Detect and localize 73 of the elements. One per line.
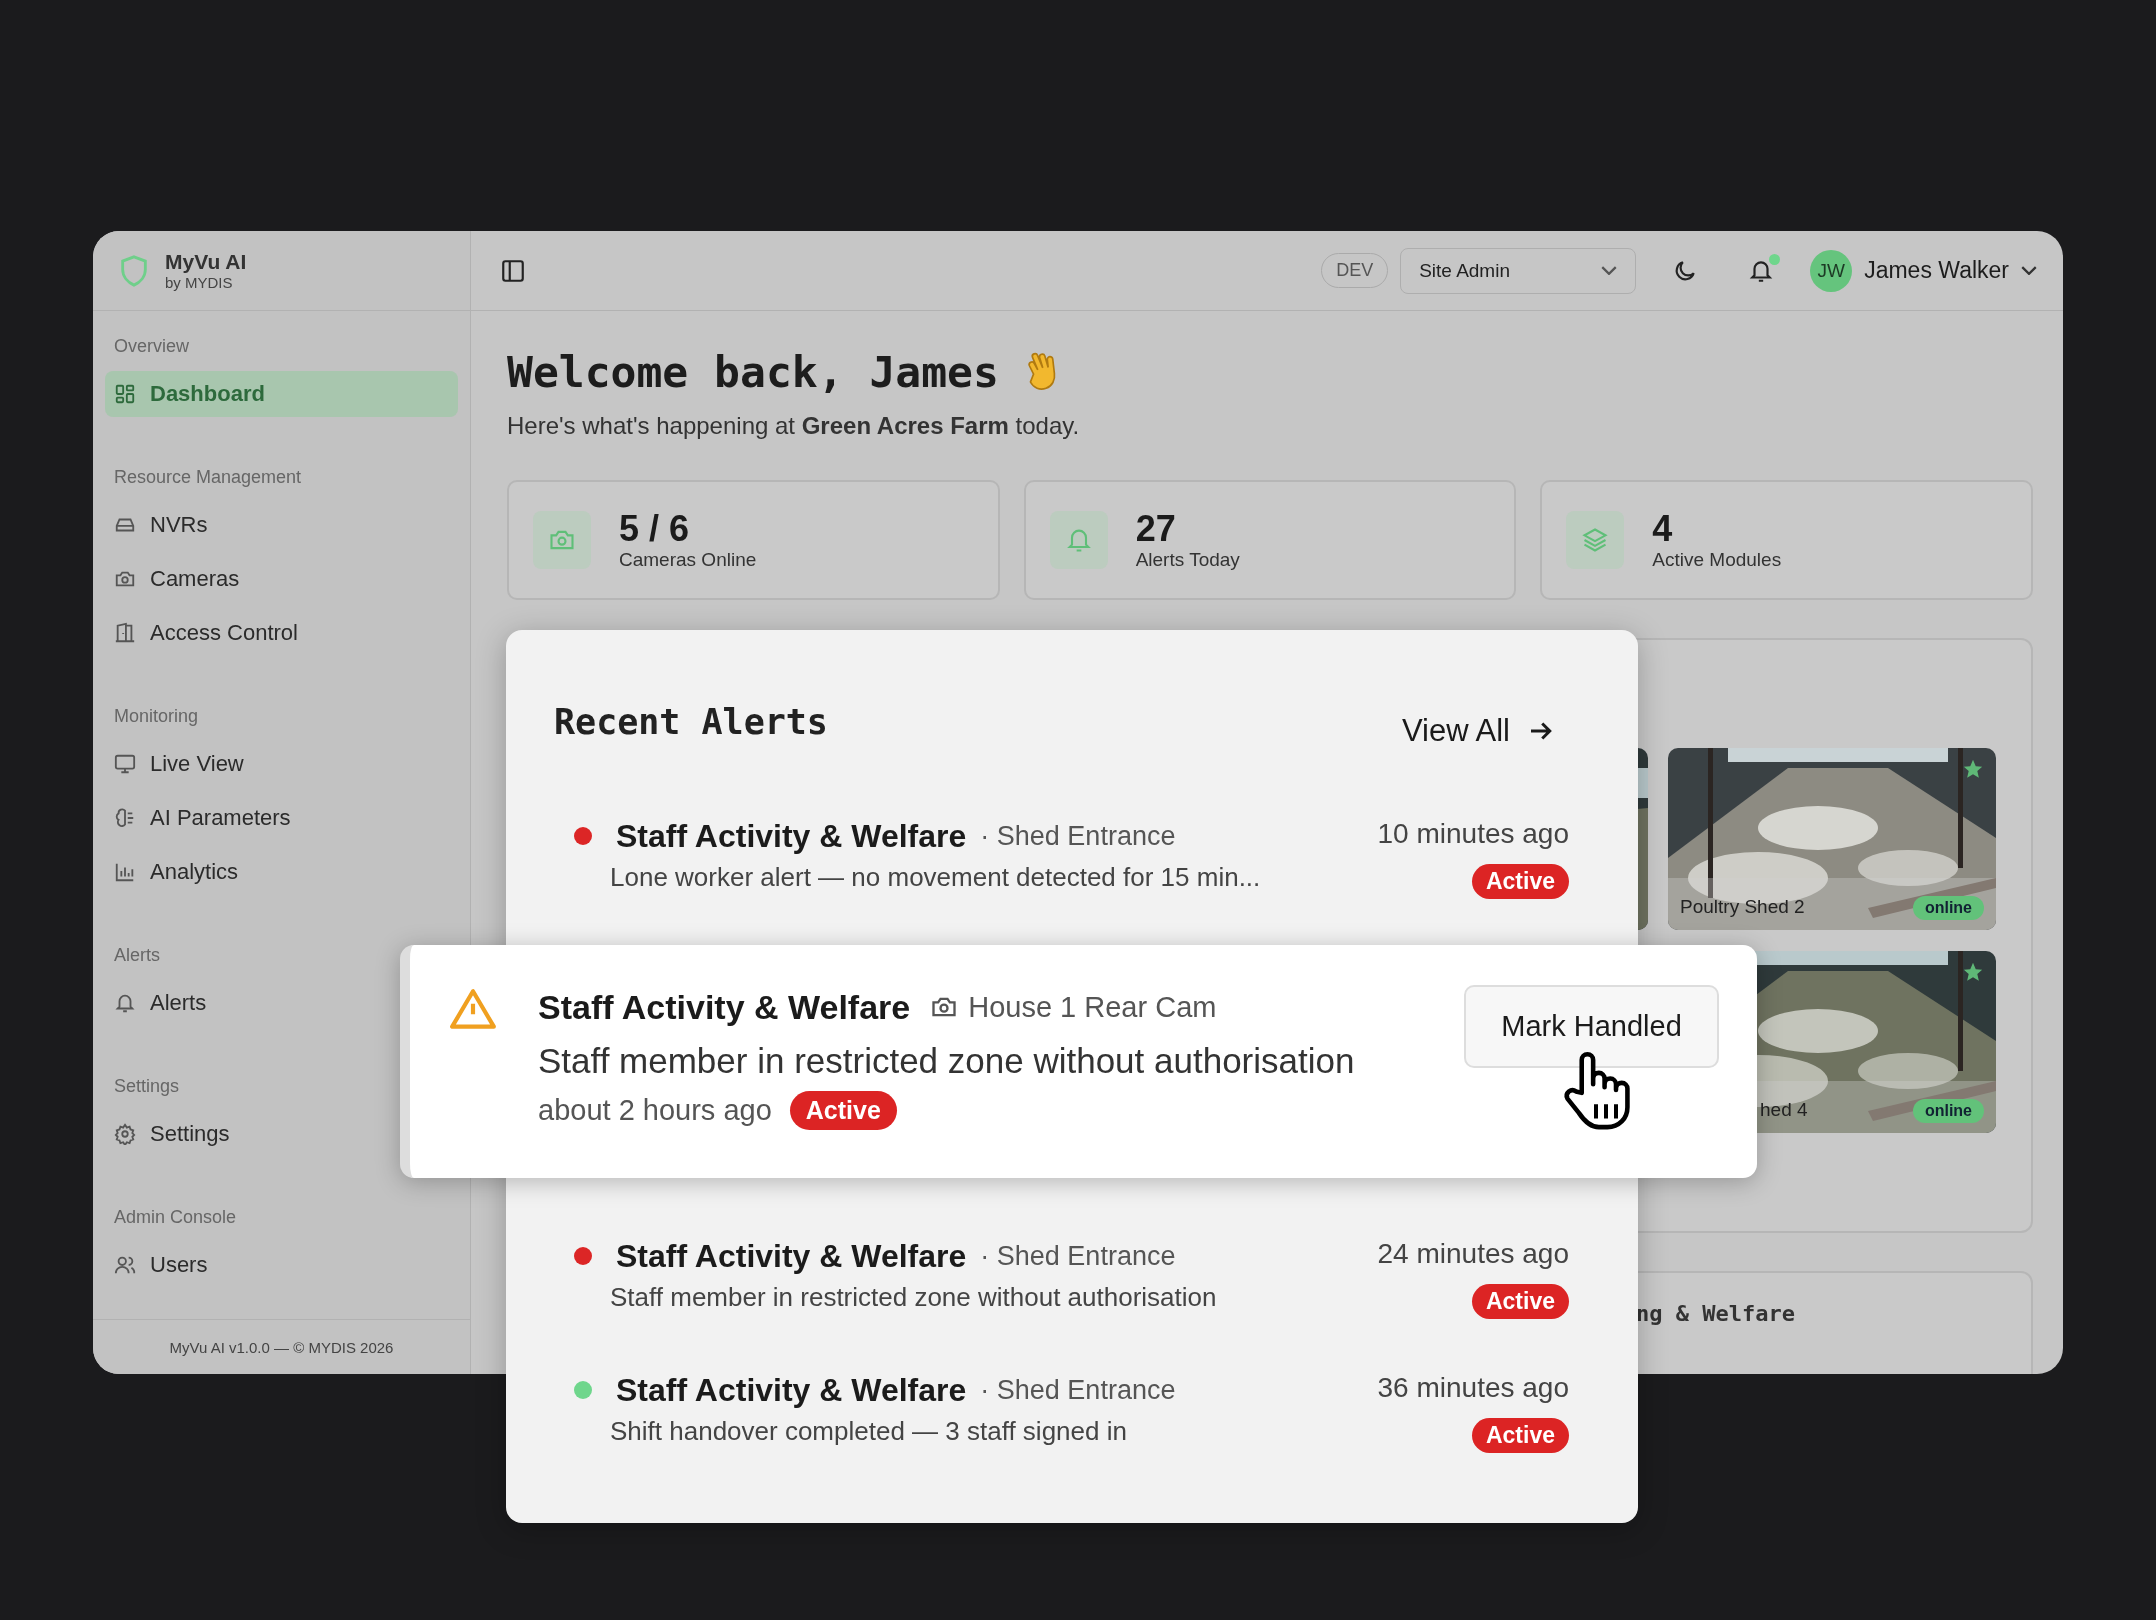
alert-location: · Shed Entrance [980,1240,1176,1272]
status-badge: Active [789,1091,897,1130]
alert-location: · Shed Entrance [980,820,1176,852]
alert-title[interactable]: Staff Activity & Welfare [616,1237,967,1275]
users-icon [114,1254,136,1276]
stat-label: Cameras Online [619,549,757,571]
status-badge: Active [1471,1418,1569,1453]
stat-value: 27 [1135,509,1177,549]
stat-label: Active Modules [1652,549,1782,571]
chevron-down-icon [1601,266,1618,275]
alert-title[interactable]: Staff Activity & Welfare [616,817,967,855]
alert-time: 24 minutes ago [1377,1237,1569,1271]
door-icon [114,622,136,644]
card-title: Recent Alerts [554,702,828,742]
alert-description: Staff member in restricted zone without authorisation [538,1041,1356,1081]
camera-name: Poultry Shed 2 [1680,896,1805,918]
sidebar-item[interactable]: Live View [105,741,260,787]
sidebar-item[interactable]: Alerts [105,980,223,1026]
grid-icon [114,383,136,405]
star-icon[interactable] [1962,758,1984,780]
sidebar-item[interactable]: Cameras [105,556,256,602]
status-badge: online [1912,896,1984,920]
camera-name: House 1 Rear Cam [968,990,1217,1024]
alert-time: 10 minutes ago [1377,817,1569,851]
brain-icon [114,807,136,829]
sidebar-item[interactable]: Analytics [105,849,255,895]
alert-description: Shift handover completed — 3 staff signed in [609,1416,1128,1447]
alert-title: Staff Activity & Welfare [538,987,911,1027]
user-avatar: JW [1810,249,1853,292]
app-subtitle: by MYDIS [165,274,234,291]
alert-time: about 2 hours ago [538,1094,772,1127]
section-title: Alerts [114,944,161,967]
sidebar-toggle-icon[interactable] [500,257,526,284]
alert-location: · Shed Entrance [980,1374,1176,1406]
stat-value: 5 / 6 [619,509,691,549]
app-name: MyVu AI [165,250,247,274]
section-title: Resource Management [114,466,303,489]
welcome-heading: Welcome back, James [507,347,999,397]
bar-chart-icon [114,861,136,883]
alert-description: Staff member in restricted zone without authorisation [609,1282,1217,1313]
stat-value: 4 [1652,509,1674,549]
view-all-link[interactable]: View All [1402,713,1556,749]
layers-icon [1581,526,1610,554]
sidebar-item[interactable]: Settings [105,1111,246,1157]
user-name: James Walker [1864,257,2009,284]
sidebar-item[interactable]: AI Parameters [105,795,307,841]
status-badge: Active [1471,864,1569,899]
sidebar-item[interactable]: Dashboard [105,371,458,417]
sidebar-item[interactable]: NVRs [105,502,224,548]
status-badge: Active [1471,1284,1569,1319]
sidebar-item[interactable]: Access Control [105,610,314,656]
status-badge: online [1912,1099,1984,1123]
monitor-icon [114,753,136,775]
sidebar-item[interactable]: Users [105,1242,224,1288]
stat-label: Alerts Today [1135,549,1240,571]
welcome-subtitle: Here's what's happening at Green Acres Farm today. [507,412,1081,440]
section-title: Admin Console [114,1206,238,1229]
alert-description: Lone worker alert — no movement detected for 15 min... [609,862,1261,893]
mark-handled-button[interactable]: Mark Handled [1464,985,1719,1068]
chevron-down-icon [2021,266,2037,275]
user-menu[interactable]: JW James Walker [1810,249,2037,292]
section-title: Monitoring [114,705,200,728]
panel-title: ng & Welfare [1636,1301,1795,1326]
footer-text: MyVu AI v1.0.0 — © MYDIS 2026 [169,1338,394,1356]
alert-title[interactable]: Staff Activity & Welfare [616,1371,967,1409]
section-title: Overview [114,335,190,358]
role-select[interactable]: Site Admin [1400,247,1637,294]
alert-time: 36 minutes ago [1377,1371,1569,1405]
camera-name: hed 4 [1760,1099,1808,1121]
star-icon[interactable] [1962,961,1984,983]
settings-icon [114,1123,136,1145]
section-title: Settings [114,1075,181,1098]
bell-icon [114,992,136,1014]
